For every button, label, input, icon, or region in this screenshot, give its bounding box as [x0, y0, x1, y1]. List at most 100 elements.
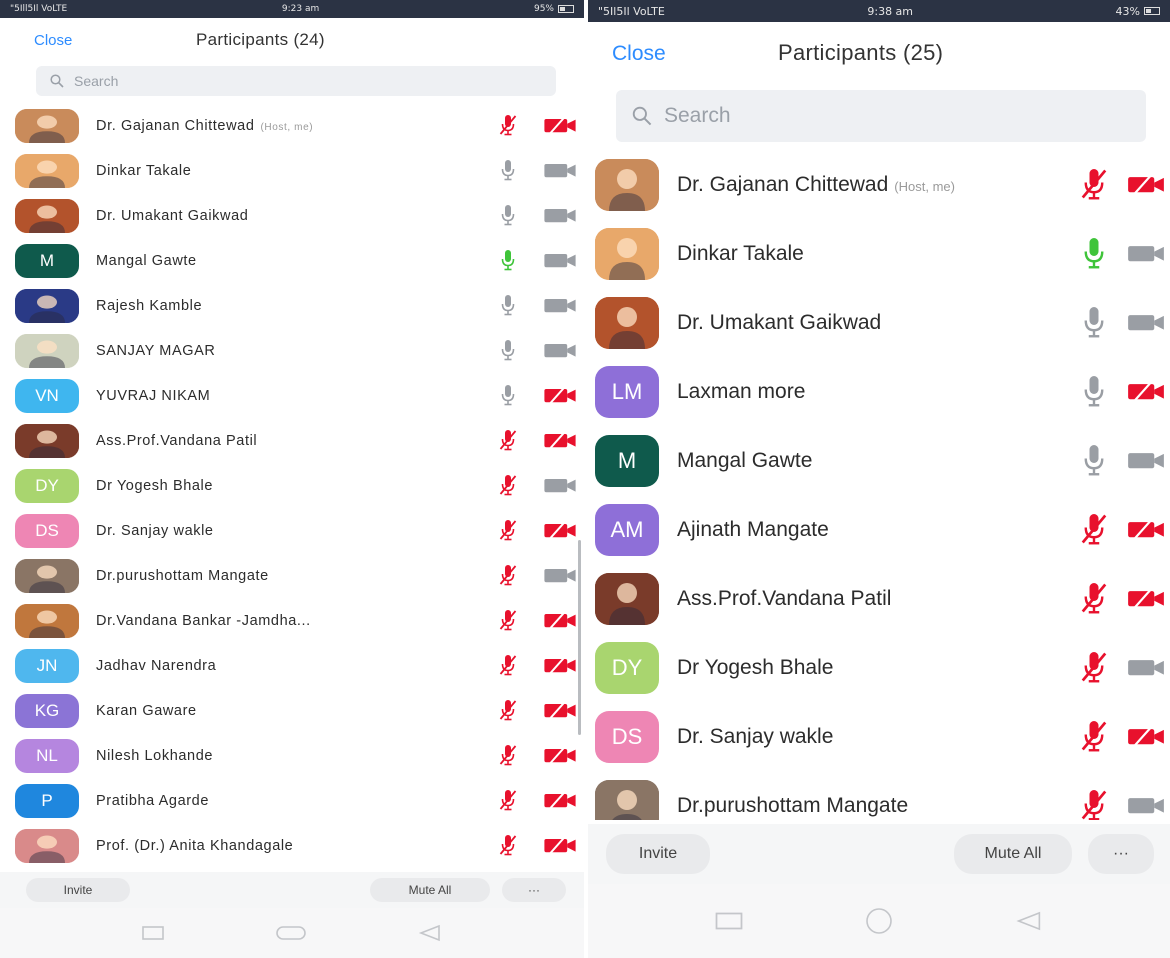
video-off-icon[interactable]: [540, 653, 580, 677]
participant-row[interactable]: Ass.Prof.Vandana Patil: [0, 418, 584, 463]
video-off-icon[interactable]: [540, 113, 580, 137]
mic-muted-icon[interactable]: [496, 608, 520, 632]
participant-name: Karan Gaware: [96, 703, 197, 719]
participant-row[interactable]: JN Jadhav Narendra: [0, 643, 584, 688]
video-icon[interactable]: [1124, 789, 1168, 820]
search-input[interactable]: Search: [36, 66, 556, 96]
mic-icon[interactable]: [496, 383, 520, 407]
recent-apps-icon[interactable]: [714, 910, 744, 932]
participant-row[interactable]: Dr.purushottam Mangate: [588, 771, 1170, 820]
participant-row[interactable]: KG Karan Gaware: [0, 688, 584, 733]
invite-button[interactable]: Invite: [606, 834, 710, 874]
participant-row[interactable]: VN YUVRAJ NIKAM: [0, 373, 584, 418]
more-button[interactable]: ···: [502, 878, 566, 902]
mic-icon[interactable]: [496, 203, 520, 227]
participant-row[interactable]: P Pratibha Agarde: [0, 778, 584, 823]
mic-muted-icon[interactable]: [496, 833, 520, 857]
mic-muted-icon[interactable]: [1078, 718, 1110, 754]
close-button[interactable]: Close: [34, 32, 72, 49]
mic-icon[interactable]: [496, 293, 520, 317]
home-icon[interactable]: [275, 925, 307, 941]
video-icon[interactable]: [1124, 306, 1168, 338]
mic-muted-icon[interactable]: [496, 428, 520, 452]
participant-row[interactable]: Dr. Gajanan Chittewad (Host, me): [588, 150, 1170, 219]
video-off-icon[interactable]: [540, 383, 580, 407]
mic-muted-icon[interactable]: [1078, 787, 1110, 820]
video-icon[interactable]: [540, 293, 580, 317]
mic-muted-icon[interactable]: [496, 518, 520, 542]
mic-muted-icon[interactable]: [496, 563, 520, 587]
mic-icon[interactable]: [1078, 235, 1110, 271]
mic-icon[interactable]: [1078, 373, 1110, 409]
participant-row[interactable]: Rajesh Kamble: [0, 283, 584, 328]
video-off-icon[interactable]: [1124, 720, 1168, 752]
mic-icon[interactable]: [1078, 442, 1110, 478]
participant-row[interactable]: Dr.purushottam Mangate: [0, 553, 584, 598]
video-icon[interactable]: [540, 338, 580, 362]
participant-row[interactable]: DS Dr. Sanjay wakle: [588, 702, 1170, 771]
video-off-icon[interactable]: [1124, 168, 1168, 200]
participant-row[interactable]: AM Ajinath Mangate: [588, 495, 1170, 564]
mic-icon[interactable]: [496, 158, 520, 182]
video-icon[interactable]: [1124, 237, 1168, 269]
mic-muted-icon[interactable]: [496, 698, 520, 722]
video-off-icon[interactable]: [540, 428, 580, 452]
video-off-icon[interactable]: [540, 608, 580, 632]
video-off-icon[interactable]: [540, 833, 580, 857]
participant-row[interactable]: Ass.Prof.Vandana Patil: [588, 564, 1170, 633]
video-icon[interactable]: [1124, 444, 1168, 476]
mic-muted-icon[interactable]: [1078, 649, 1110, 685]
video-off-icon[interactable]: [540, 698, 580, 722]
participant-row[interactable]: M Mangal Gawte: [588, 426, 1170, 495]
mic-icon[interactable]: [1078, 304, 1110, 340]
mic-muted-icon[interactable]: [496, 473, 520, 497]
video-off-icon[interactable]: [540, 743, 580, 767]
mic-muted-icon[interactable]: [496, 743, 520, 767]
mute-all-button[interactable]: Mute All: [370, 878, 490, 902]
back-icon[interactable]: [417, 924, 443, 942]
video-icon[interactable]: [540, 563, 580, 587]
mic-muted-icon[interactable]: [496, 788, 520, 812]
participant-row[interactable]: Dinkar Takale: [0, 148, 584, 193]
participant-row[interactable]: NL Nilesh Lokhande: [0, 733, 584, 778]
search-input[interactable]: Search: [616, 90, 1146, 142]
video-off-icon[interactable]: [1124, 513, 1168, 545]
video-icon[interactable]: [540, 203, 580, 227]
home-icon[interactable]: [864, 906, 894, 936]
participant-row[interactable]: Dinkar Takale: [588, 219, 1170, 288]
mic-icon[interactable]: [496, 338, 520, 362]
participant-row[interactable]: LM Laxman more: [588, 357, 1170, 426]
mic-muted-icon[interactable]: [496, 113, 520, 137]
back-icon[interactable]: [1014, 908, 1044, 934]
video-off-icon[interactable]: [540, 788, 580, 812]
close-button[interactable]: Close: [612, 42, 666, 66]
recent-apps-icon[interactable]: [141, 925, 165, 941]
video-off-icon[interactable]: [1124, 582, 1168, 614]
participant-row[interactable]: SANJAY MAGAR: [0, 328, 584, 373]
video-icon[interactable]: [540, 473, 580, 497]
participant-row[interactable]: Dr.Vandana Bankar -Jamdha...: [0, 598, 584, 643]
participant-row[interactable]: M Mangal Gawte: [0, 238, 584, 283]
mic-icon[interactable]: [496, 248, 520, 272]
mic-muted-icon[interactable]: [1078, 511, 1110, 547]
mic-muted-icon[interactable]: [496, 653, 520, 677]
mic-muted-icon[interactable]: [1078, 166, 1110, 202]
participant-row[interactable]: Prof. (Dr.) Anita Khandagale: [0, 823, 584, 868]
mute-all-button[interactable]: Mute All: [954, 834, 1072, 874]
video-icon[interactable]: [540, 158, 580, 182]
participant-row[interactable]: DY Dr Yogesh Bhale: [0, 463, 584, 508]
invite-button[interactable]: Invite: [26, 878, 130, 902]
video-icon[interactable]: [1124, 651, 1168, 683]
participant-row[interactable]: Dr. Umakant Gaikwad: [0, 193, 584, 238]
scrollbar[interactable]: [578, 540, 581, 735]
mic-muted-icon[interactable]: [1078, 580, 1110, 616]
video-off-icon[interactable]: [540, 518, 580, 542]
video-off-icon[interactable]: [1124, 375, 1168, 407]
video-icon[interactable]: [540, 248, 580, 272]
search-icon: [50, 74, 64, 88]
participant-row[interactable]: DS Dr. Sanjay wakle: [0, 508, 584, 553]
more-button[interactable]: ···: [1088, 834, 1154, 874]
participant-row[interactable]: DY Dr Yogesh Bhale: [588, 633, 1170, 702]
participant-row[interactable]: Dr. Umakant Gaikwad: [588, 288, 1170, 357]
participant-row[interactable]: Dr. Gajanan Chittewad (Host, me): [0, 103, 584, 148]
